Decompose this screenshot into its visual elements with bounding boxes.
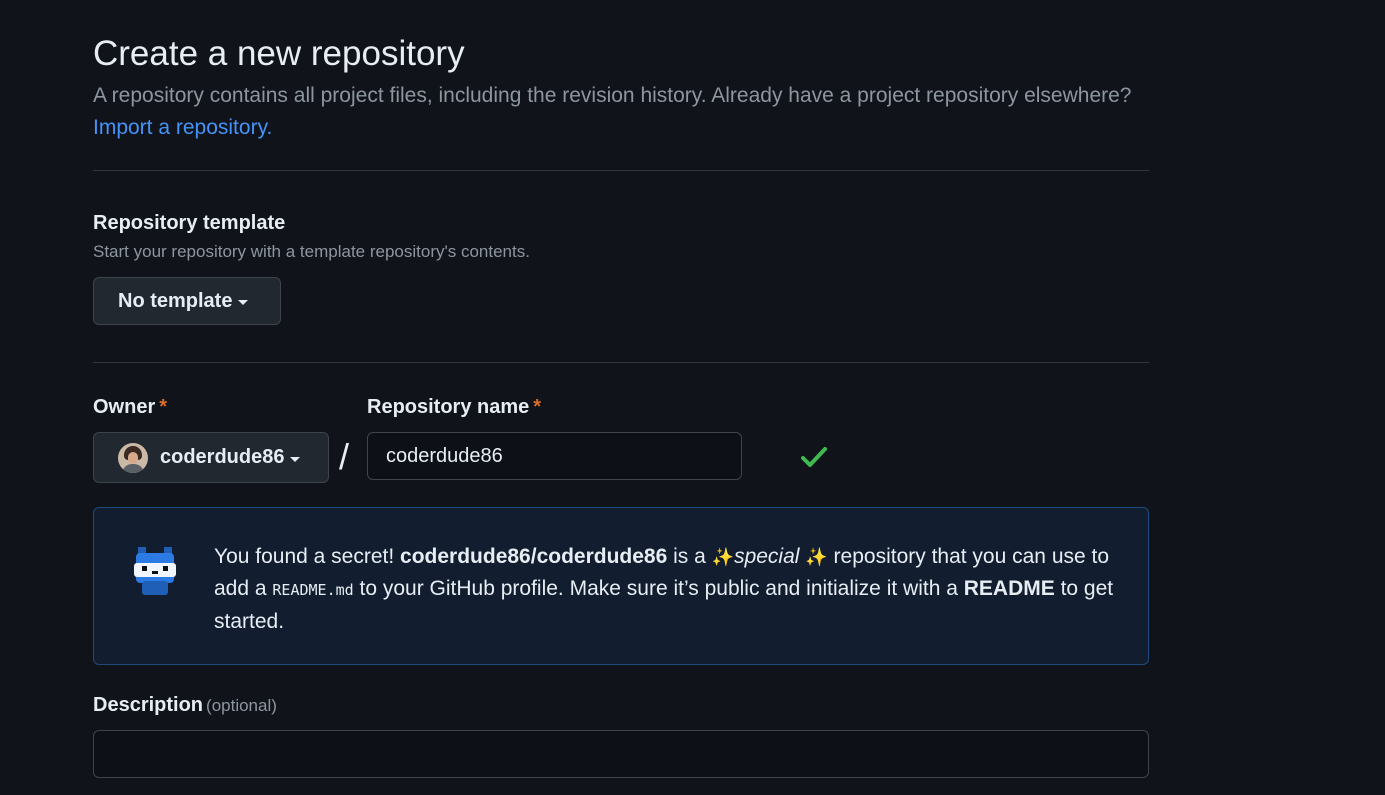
- readme-filename: README.md: [272, 581, 354, 599]
- repo-name-label-text: Repository name: [367, 396, 530, 418]
- owner-label-text: Owner: [93, 396, 156, 418]
- caret-down-icon: [290, 456, 301, 462]
- repo-name-label: Repository name *: [367, 396, 541, 419]
- check-icon: [801, 447, 827, 467]
- notice-text: You found a secret! coderdude86/coderdud…: [214, 545, 1114, 633]
- import-repository-link[interactable]: Import a repository.: [93, 116, 272, 140]
- template-note: Start your repository with a template re…: [93, 242, 530, 261]
- owner-label: Owner *: [93, 396, 167, 419]
- owner-dropdown-button[interactable]: coderdude86: [93, 432, 329, 483]
- avatar: [118, 442, 148, 473]
- caret-down-icon: [238, 300, 249, 305]
- owner-value: coderdude86: [160, 446, 285, 468]
- required-marker: *: [159, 396, 168, 418]
- required-marker: *: [533, 396, 542, 418]
- divider: [93, 362, 1149, 363]
- template-label: Repository template: [93, 212, 286, 234]
- template-button-label: No template: [118, 289, 233, 312]
- special-repo-path: coderdude86/coderdude86: [400, 545, 668, 568]
- divider: [93, 170, 1149, 171]
- page-subtitle: A repository contains all project files,…: [93, 84, 1132, 107]
- template-dropdown-button[interactable]: No template: [93, 277, 281, 325]
- optional-marker: (optional): [206, 696, 277, 715]
- page-title: Create a new repository: [93, 34, 465, 73]
- description-label-text: Description: [93, 694, 204, 716]
- special-repo-notice: You found a secret! coderdude86/coderdud…: [93, 507, 1149, 665]
- sparkles-icon: ✨: [711, 547, 735, 567]
- sparkles-icon: ✨: [805, 547, 828, 567]
- description-input[interactable]: [93, 730, 1149, 778]
- mona-mascot-icon: [134, 547, 176, 595]
- description-label: Description (optional): [93, 694, 277, 717]
- owner-repo-separator: /: [339, 436, 350, 477]
- repo-name-input[interactable]: [367, 432, 742, 480]
